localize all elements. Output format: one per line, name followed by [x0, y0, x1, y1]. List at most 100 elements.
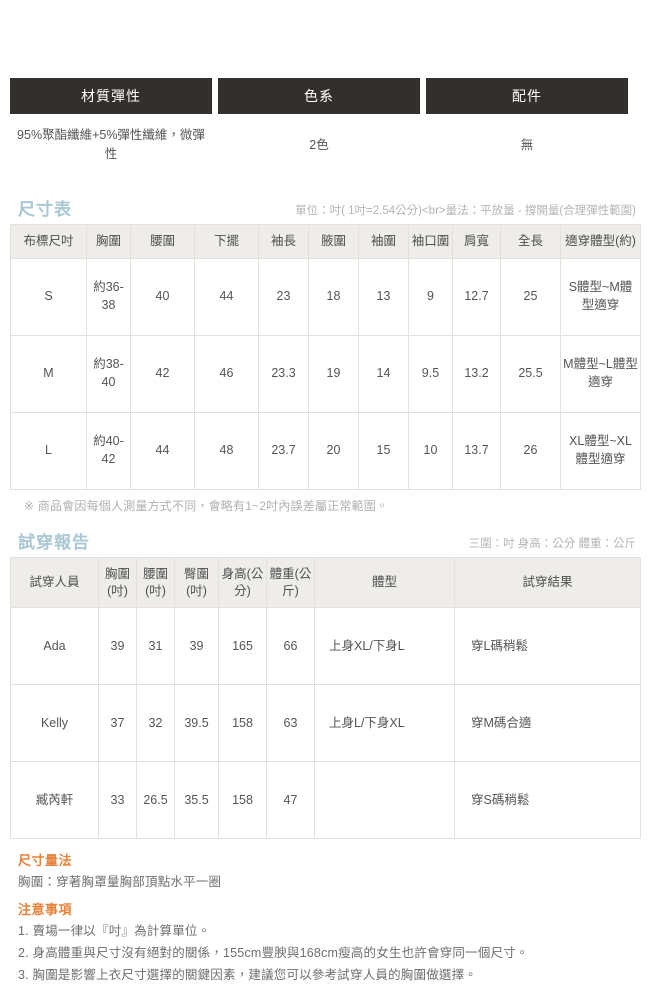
size-cell-hem: 44 — [194, 257, 259, 336]
fit-cell-body-type: 上身L/下身XL — [314, 684, 455, 763]
table-row: S 約36-38 40 44 23 18 13 9 12.7 25 S體型~M體… — [10, 257, 641, 336]
fit-cell-weight: 66 — [266, 607, 315, 686]
size-header-armpit: 腋圍 — [308, 223, 359, 259]
fit-cell-body-type — [314, 761, 455, 840]
table-row: L 約40-42 44 48 23.7 20 15 10 13.7 26 XL體… — [10, 411, 641, 490]
spec-table-wrapper: 材質彈性 色系 配件 95%聚酯纖維+5%彈性纖維，微彈性 2色 無 — [10, 0, 640, 181]
fit-cell-hip: 39 — [174, 607, 219, 686]
size-cell-label: S — [10, 257, 87, 336]
fit-section-note: 三圍：吋 身高：公分 體重：公斤 — [468, 537, 636, 550]
fit-cell-weight: 47 — [266, 761, 315, 840]
fit-cell-result: 穿L碼稍鬆 — [454, 607, 641, 686]
size-cell-waist: 40 — [130, 257, 195, 336]
table-row: Kelly 37 32 39.5 158 63 上身L/下身XL 穿M碼合適 — [10, 684, 641, 763]
spec-value-accessory: 無 — [520, 137, 534, 152]
fit-cell-bust: 39 — [98, 607, 137, 686]
size-cell-fit: XL體型~XL體型適穿 — [560, 411, 641, 490]
fit-header-waist: 腰圍(吋) — [136, 556, 175, 609]
fit-cell-height: 165 — [218, 607, 267, 686]
product-size-info-page: 材質彈性 色系 配件 95%聚酯纖維+5%彈性纖維，微彈性 2色 無 尺寸表 單… — [0, 0, 650, 987]
fit-header-weight: 體重(公斤) — [266, 556, 315, 609]
fit-header-height: 身高(公分) — [218, 556, 267, 609]
fit-cell-person: 臧芮軒 — [10, 761, 99, 840]
size-cell-waist: 44 — [130, 411, 195, 490]
size-cell-cuff: 9.5 — [408, 334, 453, 413]
caution-note-line: 1. 賣場一律以『吋』為計算單位。 — [18, 924, 211, 939]
fit-cell-person: Kelly — [10, 684, 99, 763]
fit-header-result: 試穿結果 — [454, 556, 641, 609]
table-row: Ada 39 31 39 165 66 上身XL/下身L 穿L碼稍鬆 — [10, 607, 641, 686]
spec-value-material: 95%聚酯纖維+5%彈性纖維，微彈性 — [17, 128, 205, 162]
fit-cell-result: 穿M碼合適 — [454, 684, 641, 763]
spec-value-row: 95%聚酯纖維+5%彈性纖維，微彈性 2色 無 — [10, 114, 628, 181]
spec-table: 材質彈性 色系 配件 95%聚酯纖維+5%彈性纖維，微彈性 2色 無 — [4, 78, 634, 181]
size-header-cuff: 袖口圍 — [408, 223, 453, 259]
size-cell-cuff: 10 — [408, 411, 453, 490]
size-header-fit: 適穿體型(約) — [560, 223, 641, 259]
size-cell-label: M — [10, 334, 87, 413]
size-section-title: 尺寸表 — [18, 199, 72, 219]
measure-note-line: 胸圍：穿著胸罩量胸部頂點水平一圈 — [18, 875, 222, 890]
size-cell-shoulder: 13.2 — [452, 334, 501, 413]
fit-cell-person: Ada — [10, 607, 99, 686]
size-header-shoulder: 肩寬 — [452, 223, 501, 259]
size-header-label: 布標尺吋 — [10, 223, 87, 259]
fit-cell-bust: 37 — [98, 684, 137, 763]
size-cell-total-length: 25.5 — [500, 334, 561, 413]
fit-section-title: 試穿報告 — [18, 532, 90, 552]
caution-note-line: 2. 身高體重與尺寸沒有絕對的關係，155cm豐腴與168cm瘦高的女生也許會穿… — [18, 946, 529, 961]
table-row: 臧芮軒 33 26.5 35.5 158 47 穿S碼稍鬆 — [10, 761, 641, 840]
size-header-hem: 下擺 — [194, 223, 259, 259]
fit-cell-body-type: 上身XL/下身L — [314, 607, 455, 686]
fit-cell-hip: 35.5 — [174, 761, 219, 840]
table-row: M 約38-40 42 46 23.3 19 14 9.5 13.2 25.5 … — [10, 334, 641, 413]
size-section-note: 單位：吋( 1吋=2.54公分)<br>量法：平放量 - 撐開量(合理彈性範圍) — [295, 205, 636, 218]
fit-header-hip: 臀圍(吋) — [174, 556, 219, 609]
measure-notes-title: 尺寸量法 — [18, 853, 73, 869]
fit-cell-waist: 26.5 — [136, 761, 175, 840]
size-cell-armpit: 20 — [308, 411, 359, 490]
fit-cell-height: 158 — [218, 684, 267, 763]
size-cell-total-length: 26 — [500, 411, 561, 490]
caution-notes-title: 注意事項 — [18, 902, 73, 918]
fit-cell-waist: 31 — [136, 607, 175, 686]
size-cell-hem: 48 — [194, 411, 259, 490]
size-table: 布標尺吋 胸圍 腰圍 下擺 袖長 腋圍 袖圍 袖口圍 肩寬 全長 適穿體型(約)… — [10, 223, 641, 490]
size-header-sleeve-length: 袖長 — [258, 223, 309, 259]
size-cell-bust: 約40-42 — [86, 411, 131, 490]
size-cell-waist: 42 — [130, 334, 195, 413]
size-cell-fit: M體型~L體型適穿 — [560, 334, 641, 413]
size-cell-sleeve: 15 — [358, 411, 409, 490]
fit-cell-waist: 32 — [136, 684, 175, 763]
fit-section-header: 試穿報告 三圍：吋 身高：公分 體重：公斤 — [10, 528, 640, 553]
size-cell-armpit: 19 — [308, 334, 359, 413]
size-cell-fit: S體型~M體型適穿 — [560, 257, 641, 336]
fit-table-header-row: 試穿人員 胸圍(吋) 腰圍(吋) 臀圍(吋) 身高(公分) 體重(公斤) 體型 … — [10, 556, 641, 609]
size-cell-shoulder: 12.7 — [452, 257, 501, 336]
fit-cell-bust: 33 — [98, 761, 137, 840]
fit-cell-result: 穿S碼稍鬆 — [454, 761, 641, 840]
spec-header-color: 色系 — [218, 78, 420, 114]
size-table-header-row: 布標尺吋 胸圍 腰圍 下擺 袖長 腋圍 袖圍 袖口圍 肩寬 全長 適穿體型(約) — [10, 223, 641, 259]
fit-cell-weight: 63 — [266, 684, 315, 763]
size-cell-sleeve-length: 23.3 — [258, 334, 309, 413]
size-table-remark: ※ 商品會因每個人測量方式不同，會略有1~2吋內誤差屬正常範圍。 — [24, 498, 389, 513]
spec-header-row: 材質彈性 色系 配件 — [10, 78, 628, 114]
size-cell-sleeve-length: 23.7 — [258, 411, 309, 490]
fitting-report-table: 試穿人員 胸圍(吋) 腰圍(吋) 臀圍(吋) 身高(公分) 體重(公斤) 體型 … — [10, 556, 641, 840]
size-cell-bust: 約38-40 — [86, 334, 131, 413]
size-header-sleeve: 袖圍 — [358, 223, 409, 259]
fit-cell-hip: 39.5 — [174, 684, 219, 763]
size-cell-cuff: 9 — [408, 257, 453, 336]
fit-header-bust: 胸圍(吋) — [98, 556, 137, 609]
fit-header-body-type: 體型 — [314, 556, 455, 609]
spec-value-color: 2色 — [309, 137, 329, 152]
spec-header-material: 材質彈性 — [10, 78, 212, 114]
fit-header-person: 試穿人員 — [10, 556, 99, 609]
size-cell-bust: 約36-38 — [86, 257, 131, 336]
spec-header-accessory: 配件 — [426, 78, 628, 114]
size-cell-total-length: 25 — [500, 257, 561, 336]
fit-cell-height: 158 — [218, 761, 267, 840]
caution-note-line: 3. 胸圍是影響上衣尺寸選擇的關鍵因素，建議您可以參考試穿人員的胸圍做選擇。 — [18, 968, 477, 982]
size-header-total-length: 全長 — [500, 223, 561, 259]
